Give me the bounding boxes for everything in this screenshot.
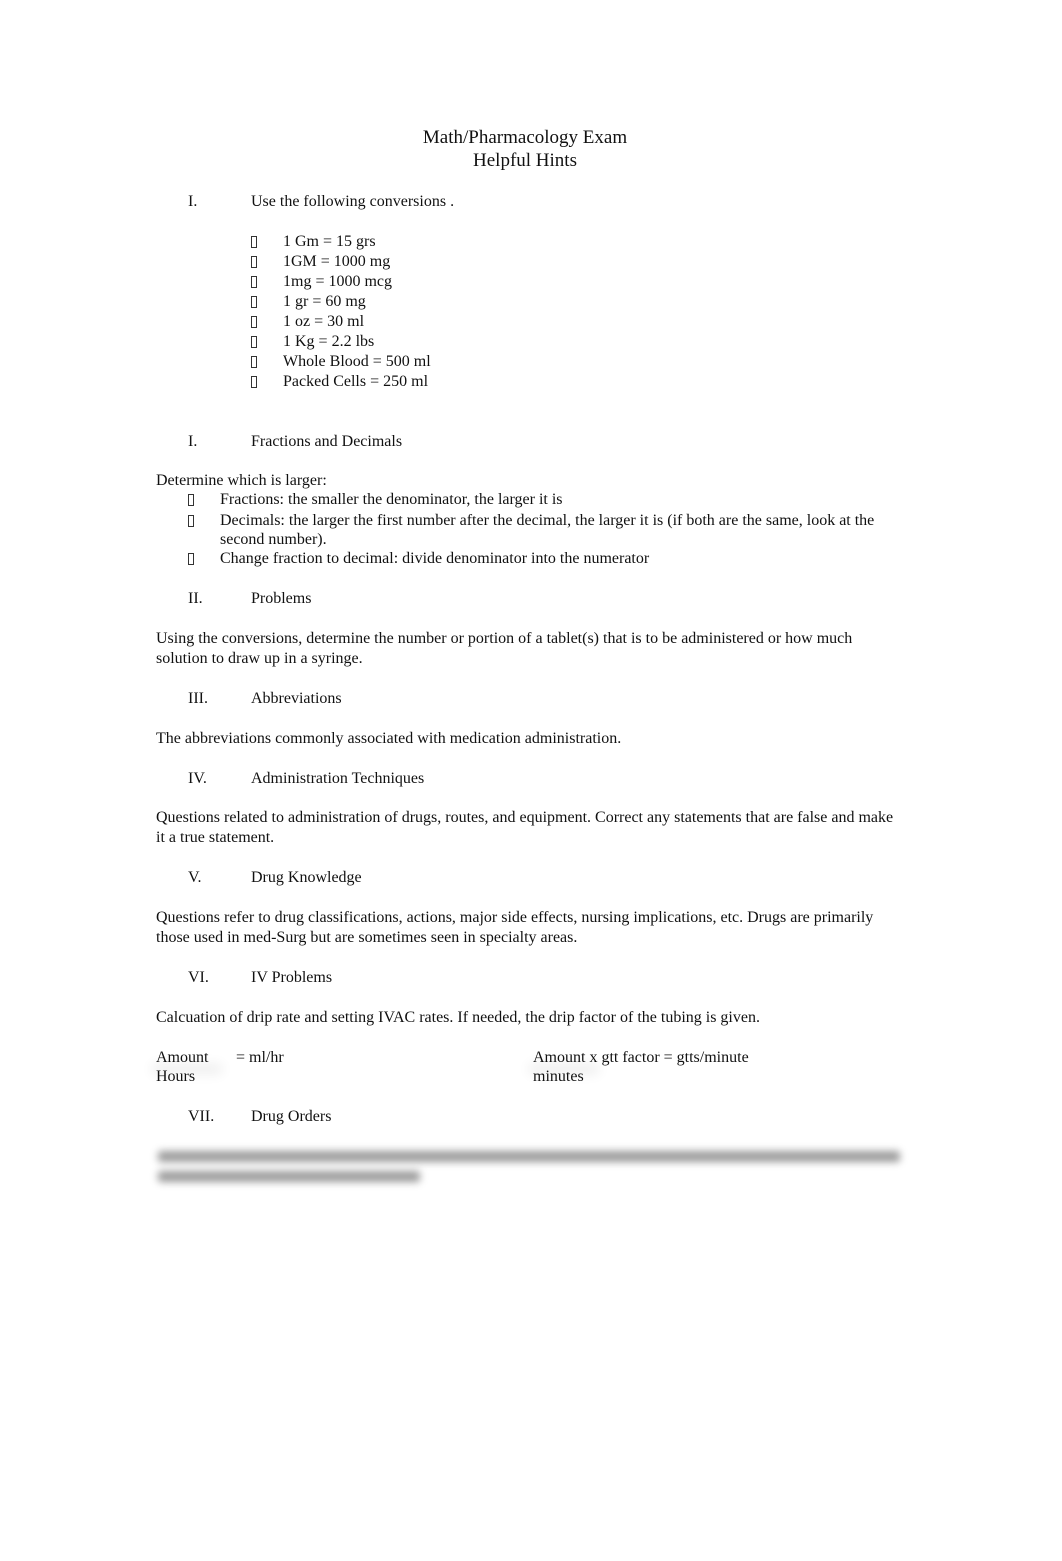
section-numeral: VI. [188, 969, 209, 986]
conversion-text: 1 oz = 30 ml [283, 313, 365, 330]
conversion-text: 1 gr = 60 mg [283, 293, 366, 310]
conversion-text: Packed Cells = 250 ml [283, 373, 429, 390]
missing-glyph-bullet-icon [251, 356, 257, 368]
conversion-text: 1 Kg = 2.2 lbs [283, 333, 375, 350]
section-body: Using the conversions, determine the num… [156, 630, 853, 667]
section-heading-iv-problems: IV Problems [251, 969, 333, 986]
conversion-text: 1mg = 1000 mcg [283, 273, 393, 290]
conversion-text: Whole Blood = 500 ml [283, 353, 431, 370]
section-heading-abbreviations: Abbreviations [251, 690, 342, 707]
section-numeral: II. [188, 590, 203, 607]
hint-text: Change fraction to decimal: divide denom… [220, 550, 650, 567]
section-heading-drug-knowledge: Drug Knowledge [251, 869, 362, 886]
missing-glyph-bullet-icon [251, 336, 257, 348]
section-heading-conversions: Use the following conversions . [251, 193, 455, 210]
section-heading-problems: Problems [251, 590, 312, 607]
missing-glyph-bullet-icon [188, 515, 194, 527]
missing-glyph-bullet-icon [251, 296, 257, 308]
section-heading-drug-orders: Drug Orders [251, 1108, 332, 1125]
document-title: Math/Pharmacology Exam [422, 127, 628, 148]
section-numeral: V. [188, 869, 202, 886]
section-numeral: I. [188, 433, 198, 450]
section-heading-administration: Administration Techniques [251, 770, 425, 787]
formula-denominator: minutes [533, 1068, 584, 1085]
section-body: The abbreviations commonly associated wi… [156, 730, 622, 747]
document-subtitle: Helpful Hints [473, 150, 577, 171]
missing-glyph-bullet-icon [251, 256, 257, 268]
section-numeral: I. [188, 193, 198, 210]
hint-text: Fractions: the smaller the denominator, … [220, 491, 563, 508]
section-heading-fractions: Fractions and Decimals [251, 433, 403, 450]
formula-denominator: Hours [156, 1068, 196, 1085]
section-body: Questions refer to drug classifications,… [156, 909, 874, 946]
missing-glyph-bullet-icon [251, 376, 257, 388]
missing-glyph-bullet-icon [251, 316, 257, 328]
missing-glyph-bullet-icon [188, 494, 194, 506]
formula-numerator: Amount [156, 1049, 209, 1066]
missing-glyph-bullet-icon [251, 236, 257, 248]
fractions-intro: Determine which is larger: [156, 472, 327, 489]
section-body: Calcuation of drip rate and setting IVAC… [156, 1009, 760, 1026]
section-body: Questions related to administration of d… [156, 809, 894, 846]
conversion-text: 1 Gm = 15 grs [283, 233, 376, 250]
missing-glyph-bullet-icon [188, 553, 194, 565]
formula-numerator: Amount x gtt factor = gtts/minute [533, 1049, 749, 1066]
blurred-text-line [158, 1151, 900, 1162]
blurred-text-line [158, 1171, 420, 1182]
formula-result: = ml/hr [236, 1049, 284, 1066]
missing-glyph-bullet-icon [251, 276, 257, 288]
section-numeral: VII. [188, 1108, 215, 1125]
section-numeral: III. [188, 690, 208, 707]
section-numeral: IV. [188, 770, 207, 787]
conversion-text: 1GM = 1000 mg [283, 253, 391, 270]
hint-text: Decimals: the larger the first number af… [220, 512, 875, 548]
